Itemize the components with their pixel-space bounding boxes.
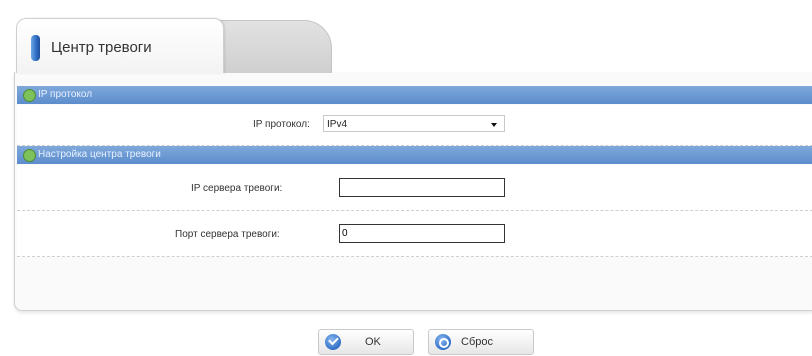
server-port-row: Порт сервера тревоги: bbox=[17, 211, 812, 257]
tab-alarm-center[interactable]: Центр тревоги bbox=[16, 18, 224, 73]
check-icon bbox=[325, 334, 341, 350]
reset-button[interactable]: Сброс bbox=[428, 329, 534, 355]
ok-button[interactable]: OK bbox=[318, 329, 414, 355]
section-header-alarm-center: Настройка центра тревоги bbox=[17, 146, 812, 164]
server-port-label: Порт сервера тревоги: bbox=[175, 229, 280, 240]
ip-protocol-select[interactable]: IPv4 bbox=[323, 115, 505, 132]
ip-protocol-label: IP протокол: bbox=[253, 119, 310, 130]
reset-button-label: Сброс bbox=[461, 336, 493, 348]
ip-protocol-selected-value: IPv4 bbox=[327, 119, 348, 130]
tab-inactive[interactable] bbox=[210, 20, 332, 73]
settings-frame: Центр тревоги IP протокол IP протокол: I… bbox=[14, 14, 812, 314]
section-title: Настройка центра тревоги bbox=[38, 149, 161, 160]
section-header-ip-protocol: IP протокол bbox=[17, 86, 812, 104]
tab-label: Центр тревоги bbox=[51, 39, 152, 56]
tab-marker-icon bbox=[31, 35, 40, 61]
status-dot-icon bbox=[23, 149, 36, 162]
reset-icon bbox=[435, 334, 451, 350]
ip-protocol-row: IP протокол: IPv4 bbox=[17, 105, 812, 146]
server-port-input[interactable] bbox=[339, 224, 505, 243]
ok-button-label: OK bbox=[365, 336, 381, 348]
tab-strip: Центр тревоги bbox=[14, 14, 812, 73]
status-dot-icon bbox=[23, 89, 36, 102]
server-ip-input[interactable] bbox=[339, 178, 505, 197]
server-ip-row: IP сервера тревоги: bbox=[17, 165, 812, 211]
chevron-down-icon bbox=[491, 123, 497, 127]
settings-panel: IP протокол IP протокол: IPv4 Настройка … bbox=[14, 72, 812, 311]
section-title: IP протокол bbox=[38, 89, 93, 100]
server-ip-label: IP сервера тревоги: bbox=[191, 183, 283, 194]
